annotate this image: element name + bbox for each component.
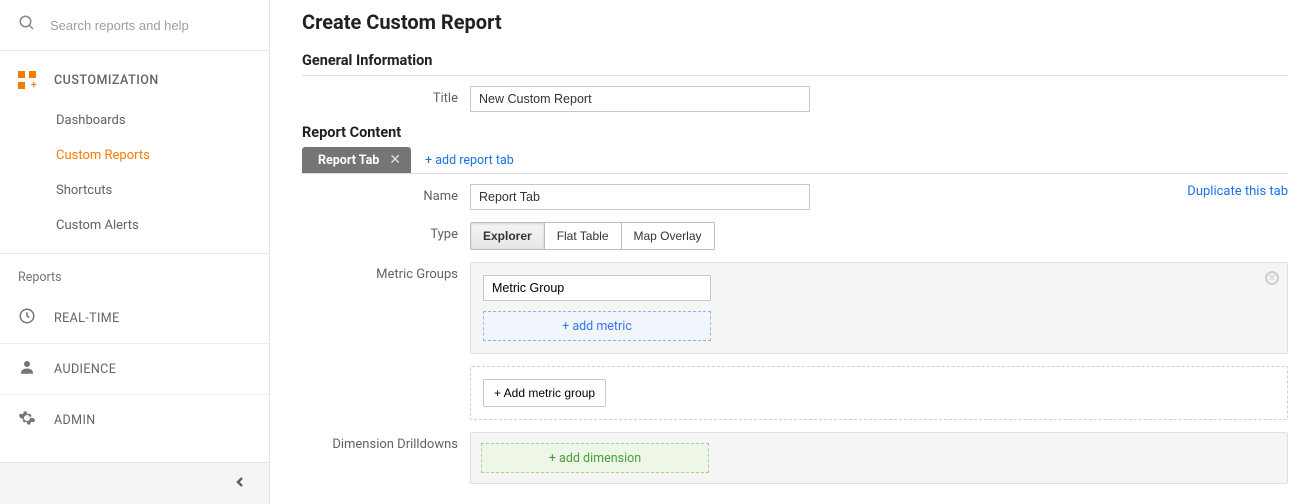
sidebar-item-shortcuts[interactable]: Shortcuts <box>0 173 269 208</box>
customization-icon: + <box>18 71 36 89</box>
sidebar-item-dashboards[interactable]: Dashboards <box>0 103 269 138</box>
metric-group-panel: ✕ + add metric <box>470 262 1288 354</box>
metric-group-name-input[interactable] <box>483 275 711 301</box>
type-option-explorer[interactable]: Explorer <box>471 223 545 249</box>
sidebar-item-admin[interactable]: ADMIN <box>0 394 269 445</box>
gear-icon <box>18 409 36 431</box>
report-content-heading: Report Content <box>302 124 1288 141</box>
title-input[interactable] <box>470 86 810 112</box>
type-label: Type <box>302 222 470 242</box>
report-tab-strip: Report Tab ✕ + add report tab <box>302 147 1288 174</box>
reports-label: Reports <box>0 253 269 293</box>
title-label: Title <box>302 86 470 106</box>
customization-label: CUSTOMIZATION <box>54 73 159 88</box>
add-dimension-button[interactable]: + add dimension <box>481 443 709 473</box>
dimension-panel: + add dimension <box>470 432 1288 484</box>
audience-label: AUDIENCE <box>54 362 116 377</box>
sidebar: + CUSTOMIZATION Dashboards Custom Report… <box>0 0 270 504</box>
add-report-tab-link[interactable]: + add report tab <box>425 153 514 168</box>
sidebar-customization-header[interactable]: + CUSTOMIZATION <box>0 51 269 101</box>
dimension-drilldowns-label: Dimension Drilldowns <box>302 432 470 452</box>
realtime-label: REAL-TIME <box>54 311 120 326</box>
duplicate-tab-link[interactable]: Duplicate this tab <box>1187 184 1288 199</box>
sidebar-item-audience[interactable]: AUDIENCE <box>0 343 269 394</box>
add-metric-group-button[interactable]: + Add metric group <box>483 379 606 407</box>
add-metric-button[interactable]: + add metric <box>483 311 711 341</box>
type-segmented-control: Explorer Flat Table Map Overlay <box>470 222 715 250</box>
sidebar-item-realtime[interactable]: REAL-TIME <box>0 293 269 343</box>
search-icon <box>18 14 36 36</box>
type-option-flat-table[interactable]: Flat Table <box>545 223 622 249</box>
metric-groups-label: Metric Groups <box>302 262 470 282</box>
search-row <box>0 0 269 51</box>
main-content: Create Custom Report General Information… <box>270 0 1316 504</box>
customization-subitems: Dashboards Custom Reports Shortcuts Cust… <box>0 101 269 253</box>
general-info-heading: General Information <box>302 52 1288 69</box>
tab-name-input[interactable] <box>470 184 810 210</box>
person-icon <box>18 358 36 380</box>
remove-metric-group-icon[interactable]: ✕ <box>1265 271 1279 285</box>
report-tab[interactable]: Report Tab ✕ <box>302 147 411 173</box>
name-label: Name <box>302 184 470 204</box>
page-title: Create Custom Report <box>302 10 1288 34</box>
close-icon[interactable]: ✕ <box>389 152 401 168</box>
report-tab-label: Report Tab <box>318 153 379 168</box>
sidebar-collapse[interactable] <box>0 462 269 504</box>
add-metric-group-panel: + Add metric group <box>470 366 1288 420</box>
admin-label: ADMIN <box>54 413 96 428</box>
sidebar-item-custom-alerts[interactable]: Custom Alerts <box>0 208 269 243</box>
sidebar-item-custom-reports[interactable]: Custom Reports <box>0 138 269 173</box>
type-option-map-overlay[interactable]: Map Overlay <box>622 223 714 249</box>
search-input[interactable] <box>50 18 251 33</box>
clock-icon <box>18 307 36 329</box>
chevron-left-icon <box>235 476 245 491</box>
